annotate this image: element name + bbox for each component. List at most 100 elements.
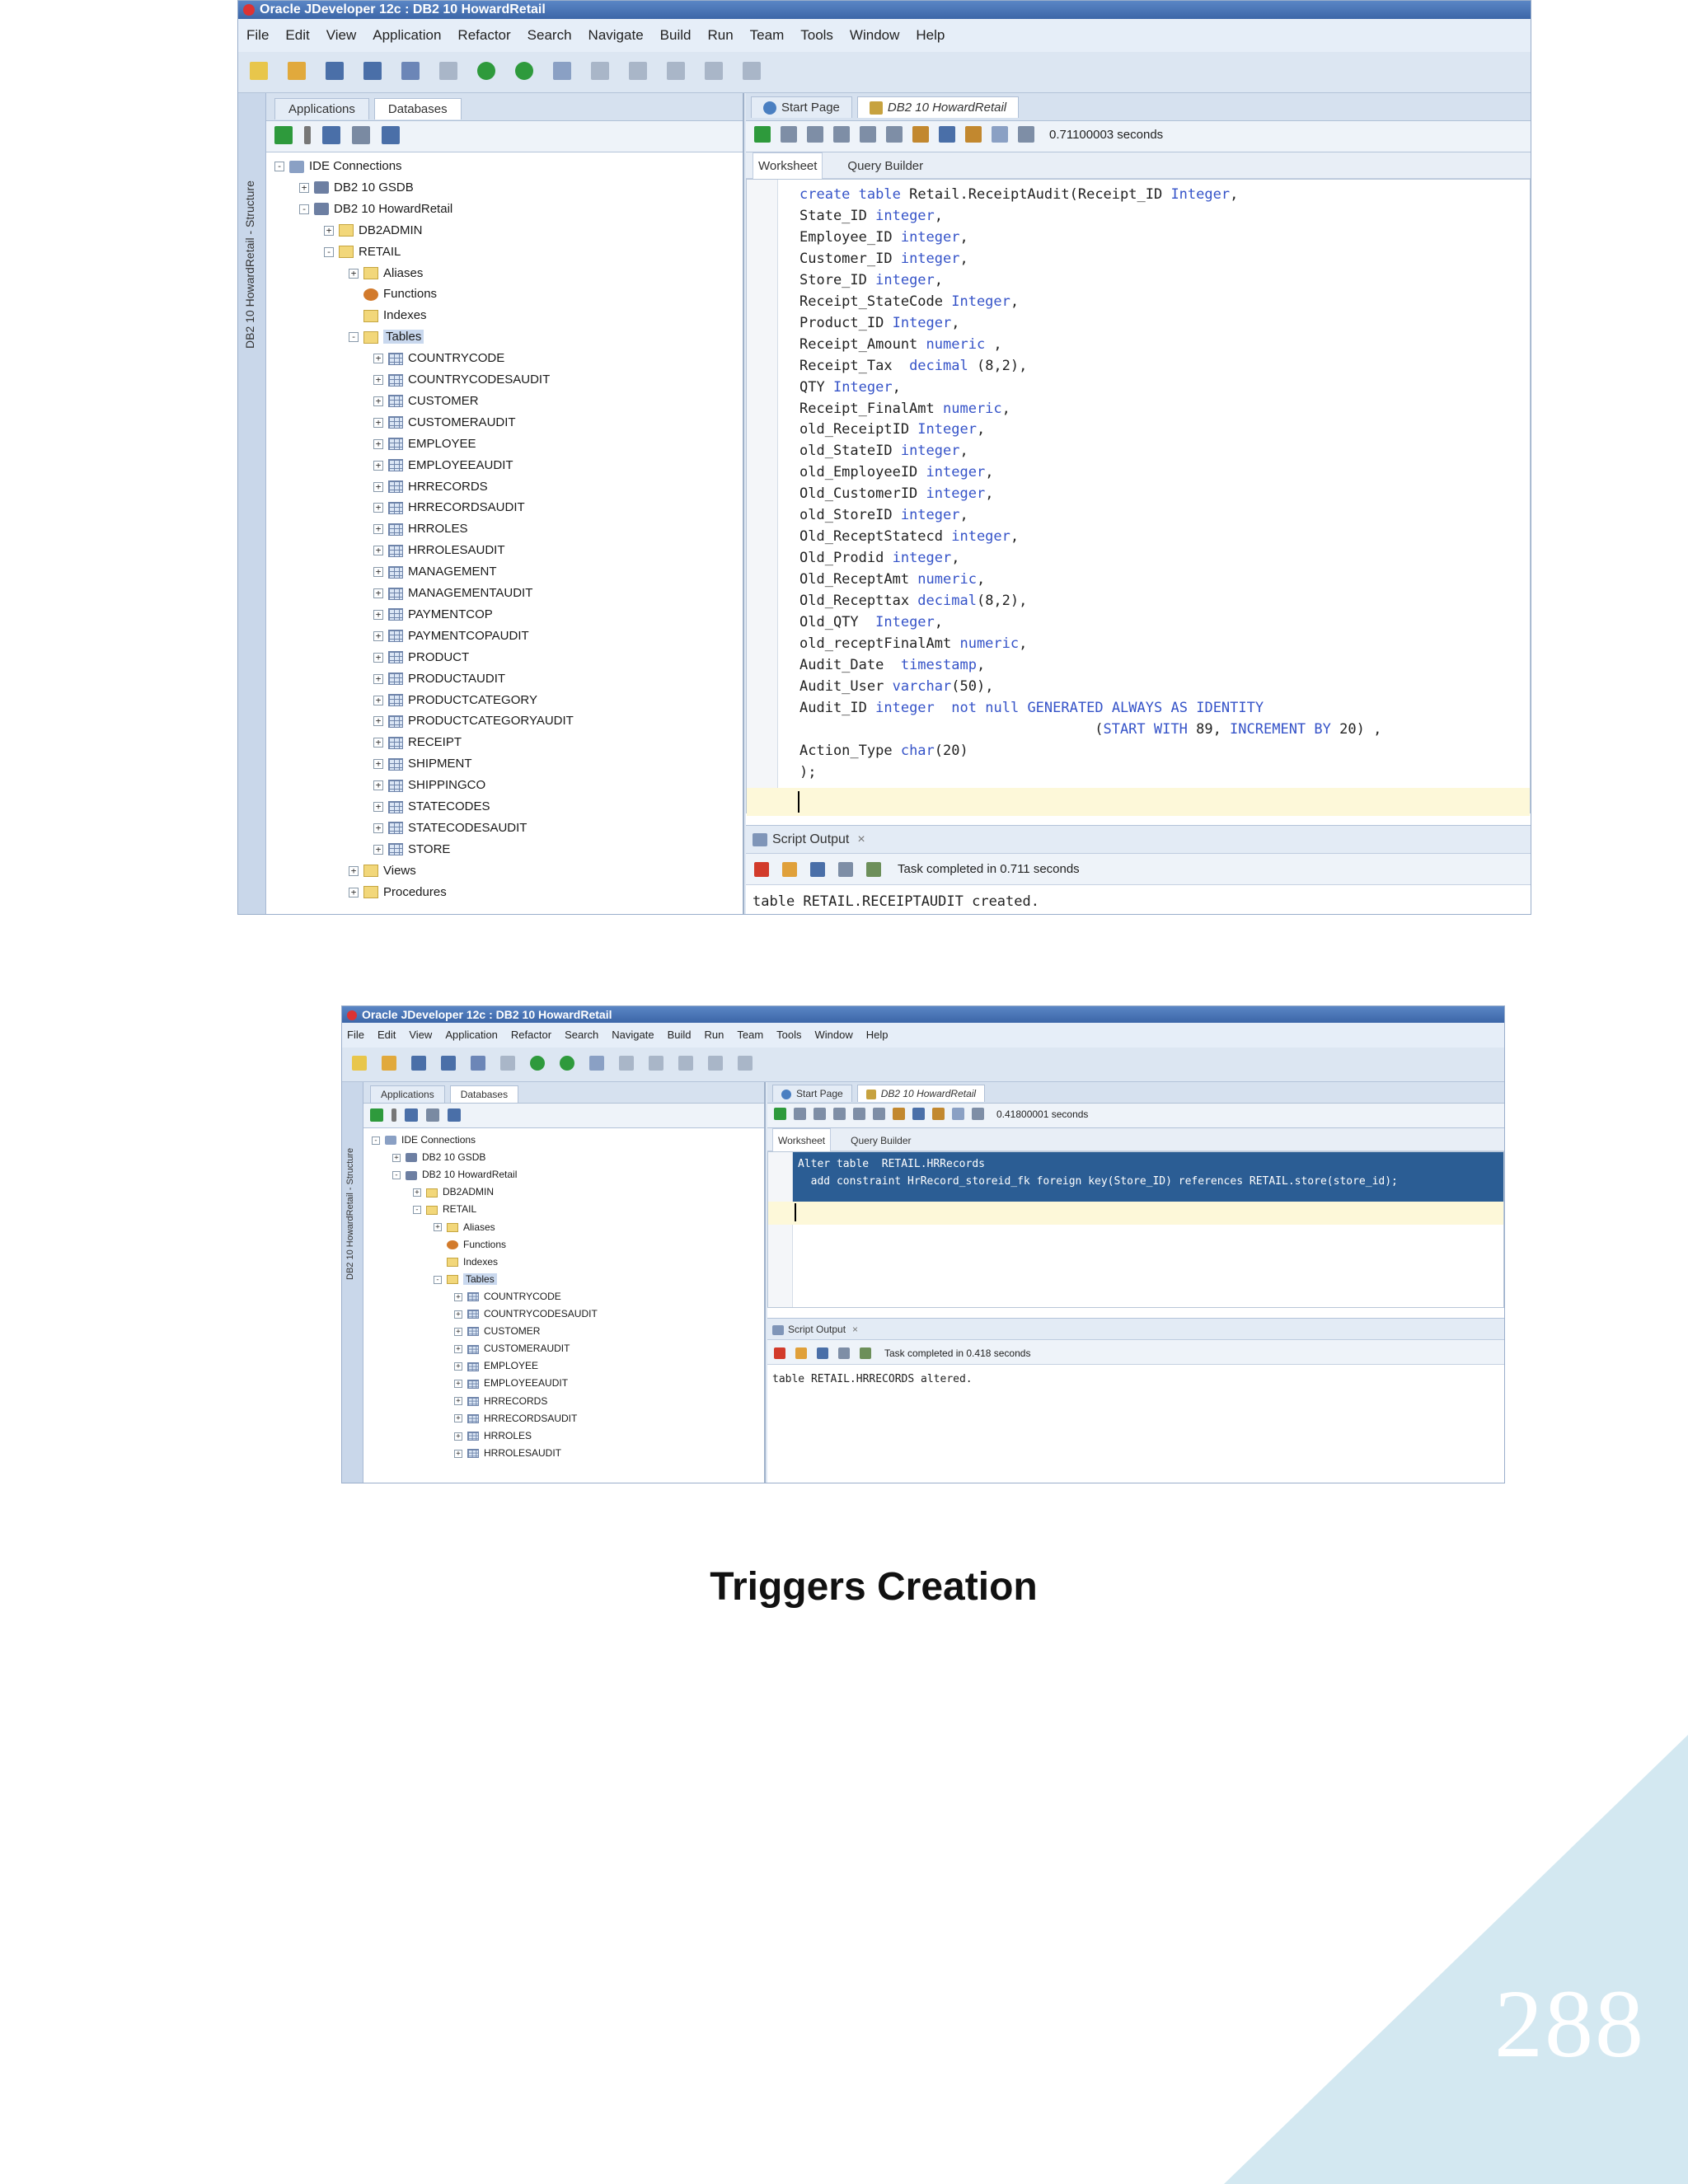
expand-icon[interactable]: + [373,802,383,813]
expand-icon[interactable]: + [373,375,383,386]
clean-icon[interactable] [667,62,685,80]
build-icon[interactable] [619,1056,634,1071]
tree-node-hrrecordsaudit[interactable]: + HRRECORDSAUDIT [373,497,525,518]
menu-file[interactable]: File [246,19,269,52]
tree-node-db2-10-howardretail[interactable]: - DB2 10 HowardRetail [299,199,452,220]
tree-node-hrrecords[interactable]: + HRRECORDS [373,476,488,498]
commit-icon[interactable] [807,126,823,143]
tab-databases[interactable]: Databases [449,1085,519,1103]
tree-node-hrrolesaudit[interactable]: + HRROLESAUDIT [373,540,505,561]
tree-node-paymentcop[interactable]: + PAYMENTCOP [373,604,493,626]
save-icon[interactable] [411,1056,426,1071]
tree-node-productaudit[interactable]: + PRODUCTAUDIT [373,668,505,690]
cancel-icon[interactable] [853,1108,865,1121]
collapse-icon[interactable]: - [274,162,284,172]
add-connection-icon[interactable] [370,1108,383,1122]
expand-icon[interactable]: + [373,673,383,684]
build-all-icon[interactable] [649,1056,663,1071]
run-icon[interactable] [708,1056,723,1071]
sql-tuning-icon[interactable] [873,1108,885,1121]
tree-node-retail[interactable]: - RETAIL [413,1201,476,1218]
dropdown-arrow-icon[interactable] [304,126,311,144]
tree-node-countrycode[interactable]: + COUNTRYCODE [454,1288,561,1305]
expand-icon[interactable]: + [373,524,383,535]
expand-icon[interactable]: + [454,1292,462,1301]
menu-refactor[interactable]: Refactor [457,19,510,52]
tree-node-hrrecordsaudit[interactable]: + HRRECORDSAUDIT [454,1410,577,1427]
refresh-icon[interactable] [405,1108,418,1122]
print-icon[interactable] [838,862,853,878]
expand-icon[interactable]: + [373,652,383,663]
menu-search[interactable]: Search [528,19,572,52]
rollback-icon[interactable] [833,1108,846,1121]
open-icon[interactable] [288,62,306,80]
expand-icon[interactable]: + [299,182,309,193]
back-icon[interactable] [477,62,495,80]
menu-edit[interactable]: Edit [377,1023,396,1047]
toggle-icon[interactable] [860,1347,871,1359]
tab-databases[interactable]: Databases [373,98,462,120]
expand-icon[interactable]: + [373,481,383,492]
tree-node-functions[interactable]: Functions [349,284,437,305]
menu-tools[interactable]: Tools [800,19,833,52]
expand-icon[interactable]: + [373,823,383,833]
history-icon[interactable] [1018,126,1034,143]
new-icon[interactable] [250,62,268,80]
tree-node-productcategory[interactable]: + PRODUCTCATEGORY [373,690,537,711]
tree-node-views[interactable]: + Views [349,860,416,882]
tree-node-countrycodesaudit[interactable]: + COUNTRYCODESAUDIT [454,1305,598,1323]
menu-refactor[interactable]: Refactor [511,1023,551,1047]
structure-panel-strip[interactable]: DB2 10 HowardRetail - Structure [238,93,266,914]
tree-node-db2-10-howardretail[interactable]: - DB2 10 HowardRetail [392,1166,517,1183]
expand-icon[interactable]: + [434,1223,442,1232]
save-output-icon[interactable] [817,1347,828,1359]
save-output-icon[interactable] [810,862,825,878]
expand-icon[interactable]: + [373,503,383,513]
format-icon[interactable] [965,126,982,143]
tree-node-indexes[interactable]: Indexes [349,305,427,326]
tree-node-customer[interactable]: + CUSTOMER [373,391,479,412]
expand-icon[interactable]: + [373,716,383,727]
expand-icon[interactable]: + [373,738,383,748]
tree-node-ide-connections[interactable]: - IDE Connections [372,1132,476,1149]
expand-icon[interactable]: + [454,1397,462,1406]
tree-node-productcategoryaudit[interactable]: + PRODUCTCATEGORYAUDIT [373,710,574,732]
expand-icon[interactable]: + [373,695,383,705]
expand-icon[interactable]: + [324,225,334,236]
expand-icon[interactable]: + [349,865,359,876]
tree-node-hrrolesaudit[interactable]: + HRROLESAUDIT [454,1445,561,1462]
collapse-icon[interactable]: - [413,1206,421,1215]
close-icon[interactable]: × [852,1324,858,1335]
autotrace-icon[interactable] [912,1108,925,1121]
tree-node-db2-10-gsdb[interactable]: + DB2 10 GSDB [299,177,414,199]
menu-application[interactable]: Application [445,1023,498,1047]
clear-output-icon[interactable] [795,1347,807,1359]
expand-icon[interactable]: + [392,1153,401,1162]
tools-icon[interactable] [738,1056,753,1071]
tools-icon[interactable] [743,62,761,80]
script-output-tab[interactable]: Script Output [788,1324,846,1335]
collapse-icon[interactable]: - [372,1136,380,1145]
print-icon[interactable] [838,1347,850,1359]
expand-icon[interactable]: + [373,417,383,428]
collapse-icon[interactable]: - [299,204,309,214]
tree-node-store[interactable]: + STORE [373,839,450,860]
debug-icon[interactable] [589,1056,604,1071]
tree-node-ide-connections[interactable]: - IDE Connections [274,156,402,177]
menu-file[interactable]: File [347,1023,364,1047]
menu-application[interactable]: Application [373,19,441,52]
expand-icon[interactable]: + [454,1432,462,1441]
collapse-icon[interactable]: - [434,1275,442,1284]
tree-node-product[interactable]: + PRODUCT [373,647,469,668]
collapse-icon[interactable]: - [392,1171,401,1180]
pin-icon[interactable] [754,862,769,878]
new-icon[interactable] [352,1056,367,1071]
expand-icon[interactable]: + [454,1345,462,1354]
tree-node-receipt[interactable]: + RECEIPT [373,732,462,753]
undo-icon[interactable] [471,1056,485,1071]
forward-icon[interactable] [560,1056,574,1071]
expand-icon[interactable]: + [373,780,383,791]
tree-node-employeeaudit[interactable]: + EMPLOYEEAUDIT [373,455,513,476]
menu-edit[interactable]: Edit [285,19,309,52]
menu-tools[interactable]: Tools [776,1023,801,1047]
